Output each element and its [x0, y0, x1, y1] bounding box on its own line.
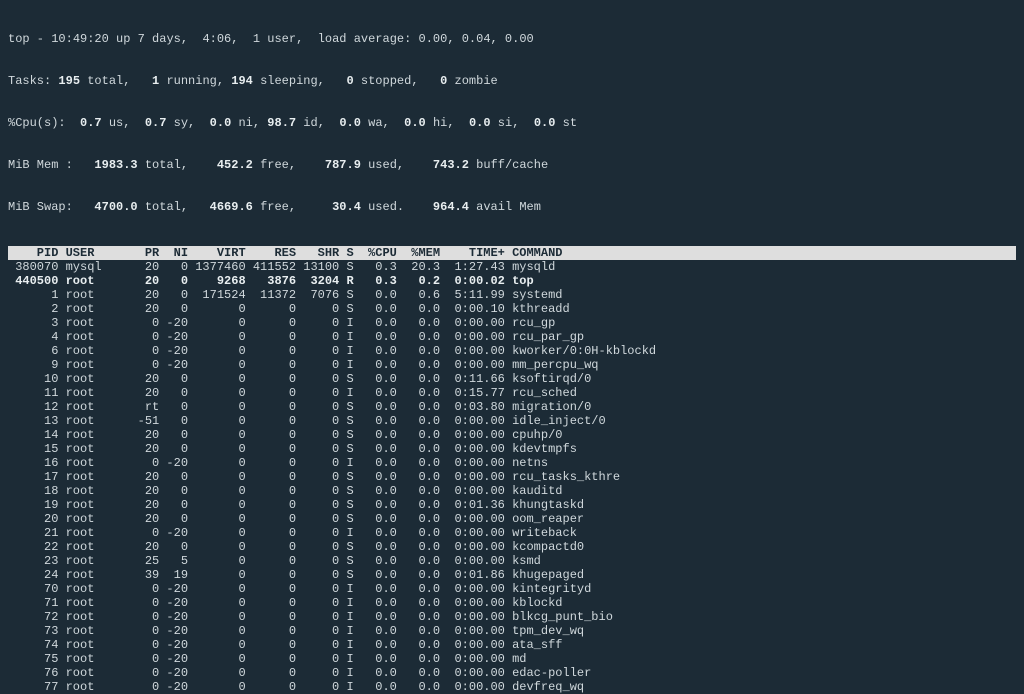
process-row: 20 root 20 0 0 0 0 S 0.0 0.0 0:00.00 oom…: [8, 512, 1016, 526]
process-row: 13 root -51 0 0 0 0 S 0.0 0.0 0:00.00 id…: [8, 414, 1016, 428]
process-row: 74 root 0 -20 0 0 0 I 0.0 0.0 0:00.00 at…: [8, 638, 1016, 652]
process-row: 12 root rt 0 0 0 0 S 0.0 0.0 0:03.80 mig…: [8, 400, 1016, 414]
process-row: 6 root 0 -20 0 0 0 I 0.0 0.0 0:00.00 kwo…: [8, 344, 1016, 358]
process-row: 24 root 39 19 0 0 0 S 0.0 0.0 0:01.86 kh…: [8, 568, 1016, 582]
process-table-body: 380070 mysql 20 0 1377460 411552 13100 S…: [8, 260, 1016, 694]
process-row: 73 root 0 -20 0 0 0 I 0.0 0.0 0:00.00 tp…: [8, 624, 1016, 638]
process-row: 380070 mysql 20 0 1377460 411552 13100 S…: [8, 260, 1016, 274]
process-row: 4 root 0 -20 0 0 0 I 0.0 0.0 0:00.00 rcu…: [8, 330, 1016, 344]
process-row: 71 root 0 -20 0 0 0 I 0.0 0.0 0:00.00 kb…: [8, 596, 1016, 610]
summary-mem: MiB Mem : 1983.3 total, 452.2 free, 787.…: [8, 158, 1016, 172]
summary-cpu: %Cpu(s): 0.7 us, 0.7 sy, 0.0 ni, 98.7 id…: [8, 116, 1016, 130]
process-row: 14 root 20 0 0 0 0 S 0.0 0.0 0:00.00 cpu…: [8, 428, 1016, 442]
process-row: 23 root 25 5 0 0 0 S 0.0 0.0 0:00.00 ksm…: [8, 554, 1016, 568]
process-row: 21 root 0 -20 0 0 0 I 0.0 0.0 0:00.00 wr…: [8, 526, 1016, 540]
process-row: 9 root 0 -20 0 0 0 I 0.0 0.0 0:00.00 mm_…: [8, 358, 1016, 372]
summary-swap: MiB Swap: 4700.0 total, 4669.6 free, 30.…: [8, 200, 1016, 214]
process-row: 19 root 20 0 0 0 0 S 0.0 0.0 0:01.36 khu…: [8, 498, 1016, 512]
process-row: 440500 root 20 0 9268 3876 3204 R 0.3 0.…: [8, 274, 1016, 288]
process-table-header: PID USER PR NI VIRT RES SHR S %CPU %MEM …: [8, 246, 1016, 260]
process-row: 11 root 20 0 0 0 0 I 0.0 0.0 0:15.77 rcu…: [8, 386, 1016, 400]
process-row: 72 root 0 -20 0 0 0 I 0.0 0.0 0:00.00 bl…: [8, 610, 1016, 624]
process-row: 1 root 20 0 171524 11372 7076 S 0.0 0.6 …: [8, 288, 1016, 302]
process-row: 75 root 0 -20 0 0 0 I 0.0 0.0 0:00.00 md: [8, 652, 1016, 666]
process-row: 18 root 20 0 0 0 0 S 0.0 0.0 0:00.00 kau…: [8, 484, 1016, 498]
process-row: 70 root 0 -20 0 0 0 I 0.0 0.0 0:00.00 ki…: [8, 582, 1016, 596]
process-row: 16 root 0 -20 0 0 0 I 0.0 0.0 0:00.00 ne…: [8, 456, 1016, 470]
process-row: 15 root 20 0 0 0 0 S 0.0 0.0 0:00.00 kde…: [8, 442, 1016, 456]
blank-line: [8, 232, 1016, 246]
top-summary: top - 10:49:20 up 7 days, 4:06, 1 user, …: [8, 4, 1016, 228]
process-row: 2 root 20 0 0 0 0 S 0.0 0.0 0:00.10 kthr…: [8, 302, 1016, 316]
summary-tasks: Tasks: 195 total, 1 running, 194 sleepin…: [8, 74, 1016, 88]
process-row: 77 root 0 -20 0 0 0 I 0.0 0.0 0:00.00 de…: [8, 680, 1016, 694]
process-row: 10 root 20 0 0 0 0 S 0.0 0.0 0:11.66 kso…: [8, 372, 1016, 386]
summary-uptime: top - 10:49:20 up 7 days, 4:06, 1 user, …: [8, 32, 1016, 46]
process-row: 76 root 0 -20 0 0 0 I 0.0 0.0 0:00.00 ed…: [8, 666, 1016, 680]
process-row: 3 root 0 -20 0 0 0 I 0.0 0.0 0:00.00 rcu…: [8, 316, 1016, 330]
process-row: 22 root 20 0 0 0 0 S 0.0 0.0 0:00.00 kco…: [8, 540, 1016, 554]
process-row: 17 root 20 0 0 0 0 S 0.0 0.0 0:00.00 rcu…: [8, 470, 1016, 484]
